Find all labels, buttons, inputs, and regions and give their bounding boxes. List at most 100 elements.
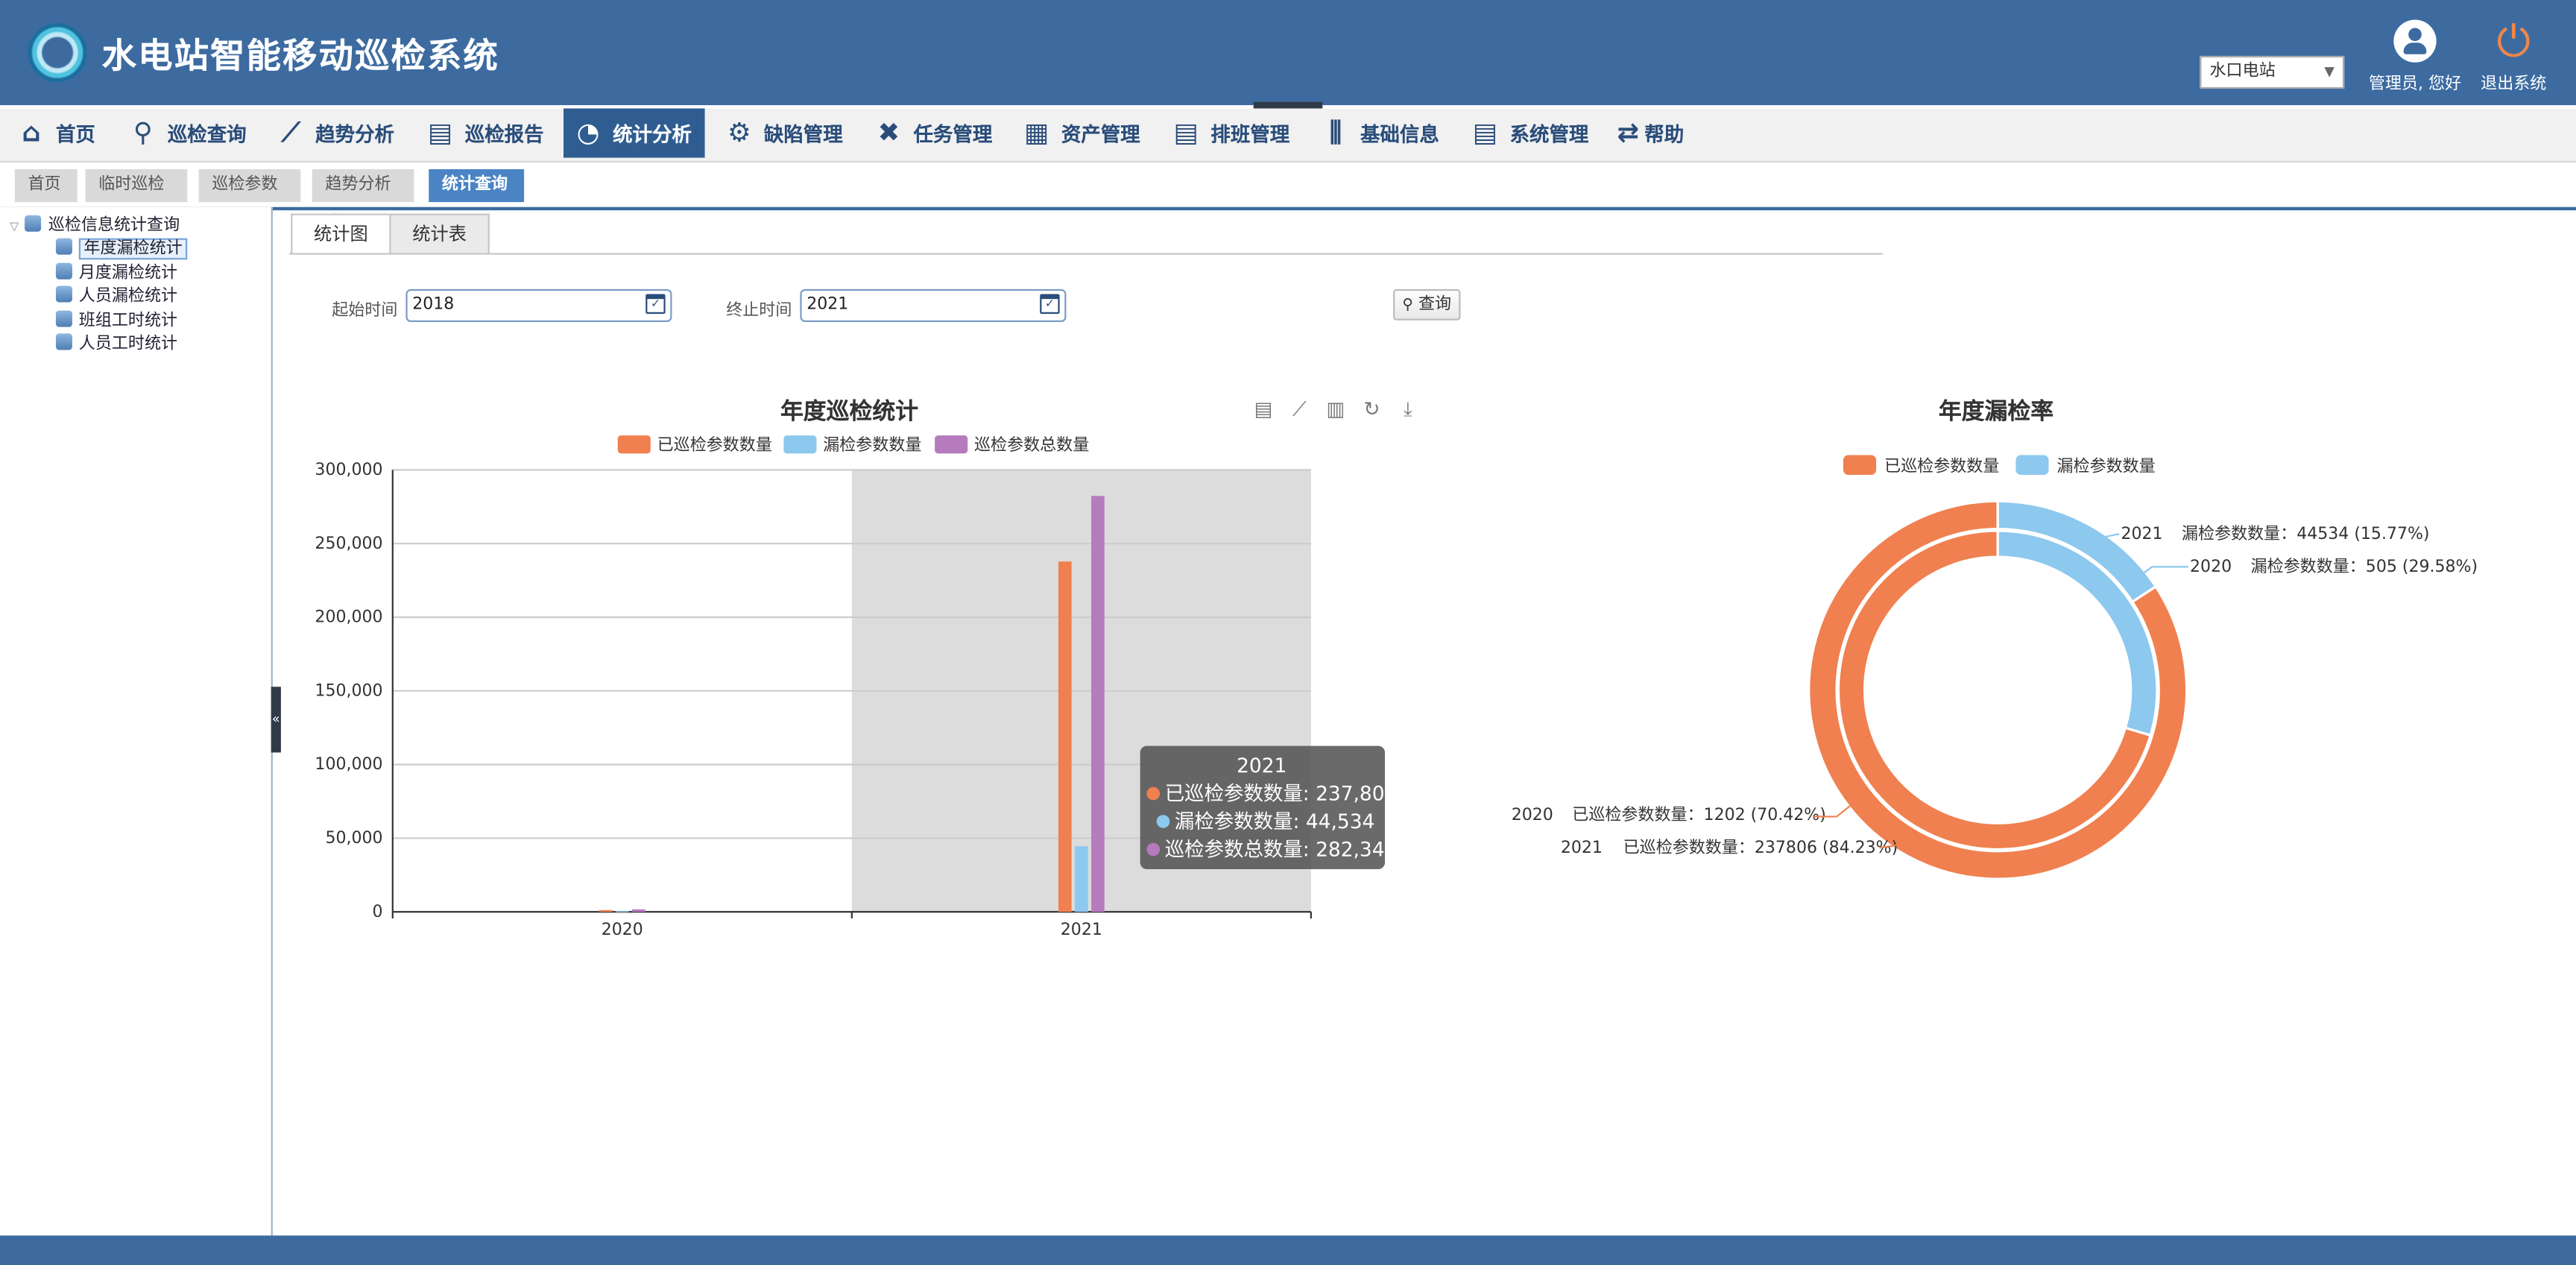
power-icon: ⏻ bbox=[2496, 18, 2531, 68]
menu-item-inspection-report[interactable]: ▤ 巡检报告 bbox=[426, 108, 544, 157]
menu-item-label: 统计分析 bbox=[613, 123, 692, 147]
calendar-icon[interactable]: ✓ bbox=[1040, 294, 1060, 314]
legend-swatch bbox=[935, 435, 968, 454]
menu-item-label: 缺陷管理 bbox=[763, 123, 843, 147]
menu-item-label: 排班管理 bbox=[1210, 123, 1290, 147]
tree-item-label: 年度漏检统计 bbox=[78, 238, 188, 260]
slice-year-label: 2020 bbox=[1512, 806, 1553, 824]
download-icon[interactable]: ⤓ bbox=[1396, 397, 1419, 420]
y-tick-label: 300,000 bbox=[315, 461, 382, 479]
end-time-input[interactable]: 2021 ✓ bbox=[800, 288, 1067, 323]
menu-item-asset-management[interactable]: ▦ 资产管理 bbox=[1022, 108, 1140, 157]
y-tick-label: 250,000 bbox=[315, 534, 382, 553]
legend-swatch bbox=[2015, 455, 2049, 475]
legend-swatch bbox=[617, 435, 651, 454]
folder-icon bbox=[25, 215, 42, 232]
x-tick-label: 2021 bbox=[1061, 921, 1102, 939]
query-button[interactable]: ⚲ 查询 bbox=[1393, 288, 1461, 321]
tab-label: 首页 bbox=[28, 175, 61, 195]
tab-label: 统计查询 bbox=[441, 175, 508, 195]
tree-item-monthly-missed[interactable]: 月度漏检统计 bbox=[55, 258, 177, 283]
tab-label: 统计表 bbox=[412, 223, 467, 245]
y-tick-label: 0 bbox=[373, 903, 383, 921]
line-chart-icon[interactable]: ⟋ bbox=[1288, 397, 1311, 420]
bar bbox=[1075, 846, 1088, 912]
tab-temporary-inspection[interactable]: 临时巡检× bbox=[85, 169, 188, 227]
tooltip-marker bbox=[1146, 842, 1161, 857]
tree-item-label: 人员工时统计 bbox=[78, 335, 178, 353]
document-icon bbox=[55, 286, 72, 303]
tab-label: 巡检参数 bbox=[212, 175, 278, 195]
schedule-icon: ▤ bbox=[1173, 116, 1199, 148]
list-icon: ▤ bbox=[1472, 116, 1498, 148]
tab-divider bbox=[288, 253, 1883, 255]
menu-item-help[interactable]: ⇄ 帮助 bbox=[1617, 108, 1684, 157]
menu-item-system-management[interactable]: ▤ 系统管理 bbox=[1471, 108, 1589, 157]
tab-inspection-params[interactable]: 巡检参数× bbox=[198, 169, 301, 227]
search-icon: ⚲ bbox=[133, 116, 153, 148]
tree-root[interactable]: ▽ 巡检信息统计查询 bbox=[10, 210, 180, 235]
legend-swatch bbox=[1843, 455, 1877, 475]
menu-item-label: 巡检查询 bbox=[167, 123, 247, 147]
tab-table[interactable]: 统计表 bbox=[389, 213, 490, 253]
menu-item-trend-analysis[interactable]: ⟋ 趋势分析 bbox=[276, 108, 394, 157]
app-root: 水电站智能移动巡检系统 水口电站 ▼ 管理员, 您好 ⏻ 退出系统 ⌂ 首页 ⚲ 巡… bbox=[0, 0, 2576, 1265]
slice-label: 漏检参数数量：44534 (15.77%) bbox=[2182, 525, 2430, 543]
menu-item-basic-info[interactable]: ⫼ 基础信息 bbox=[1321, 108, 1439, 157]
user-menu[interactable]: 管理员, 您好 bbox=[2366, 19, 2464, 94]
menu-item-inspection-query[interactable]: ⚲ 巡检查询 bbox=[128, 108, 247, 157]
tooltip-line: 漏检参数数量: 44,534 bbox=[1175, 810, 1374, 833]
menu-item-defect-management[interactable]: ⚙ 缺陷管理 bbox=[724, 108, 843, 157]
logout-label: 退出系统 bbox=[2481, 75, 2547, 94]
slice-label: 漏检参数数量：505 (29.58%) bbox=[2251, 558, 2478, 576]
logout-button[interactable]: ⏻ 退出系统 bbox=[2472, 19, 2554, 93]
tab-trend-analysis[interactable]: 趋势分析× bbox=[312, 169, 414, 227]
tooltip-line: 已巡检参数数量: 237,806 bbox=[1165, 782, 1398, 805]
tab-chart[interactable]: 统计图 bbox=[291, 213, 391, 255]
data-view-icon[interactable]: ▤ bbox=[1252, 397, 1275, 420]
menu-item-label: 基础信息 bbox=[1360, 123, 1439, 147]
pie-icon: ◔ bbox=[576, 116, 600, 148]
trend-icon: ⟋ bbox=[281, 116, 300, 148]
start-time-value: 2018 bbox=[412, 295, 455, 314]
document-icon bbox=[55, 310, 72, 327]
station-select-value: 水口电站 bbox=[2209, 62, 2276, 81]
user-greeting: 管理员, 您好 bbox=[2368, 75, 2462, 94]
tree-item-annual-missed[interactable]: 年度漏检统计 bbox=[55, 233, 188, 260]
report-icon: ▤ bbox=[428, 116, 453, 148]
tooltip: 2021 已巡检参数数量: 237,806 漏检参数数量: 44,534 巡检参数总数… bbox=[1140, 745, 1398, 869]
menu-item-statistics[interactable]: ◔ 统计分析 bbox=[564, 108, 705, 158]
y-tick-label: 150,000 bbox=[315, 681, 382, 700]
tree-item-person-missed[interactable]: 人员漏检统计 bbox=[55, 281, 177, 306]
menu-item-label: 巡检报告 bbox=[464, 123, 544, 147]
calendar-icon[interactable]: ✓ bbox=[645, 294, 666, 314]
tab-statistics-query[interactable]: 统计查询× bbox=[429, 169, 525, 227]
menu-item-label: 任务管理 bbox=[913, 123, 993, 147]
menu-item-schedule-management[interactable]: ▤ 排班管理 bbox=[1172, 108, 1290, 157]
slice-year-label: 2021 bbox=[2121, 525, 2162, 543]
refresh-icon[interactable]: ↻ bbox=[1360, 397, 1383, 420]
header: 水电站智能移动巡检系统 水口电站 ▼ 管理员, 您好 ⏻ 退出系统 bbox=[0, 0, 2576, 106]
bar-chart-title: 年度巡检统计 bbox=[780, 399, 919, 426]
tree-expand-icon[interactable]: ▽ bbox=[10, 220, 19, 233]
main-menu: ⌂ 首页 ⚲ 巡检查询 ⟋ 趋势分析 ▤ 巡检报告 ◔ 统计分析 ⚙ 缺陷管理 ✖ 任务管理 … bbox=[0, 108, 2576, 163]
tab-label: 趋势分析 bbox=[325, 175, 391, 195]
search-icon: ⚲ bbox=[1402, 297, 1413, 314]
station-select[interactable]: 水口电站 ▼ bbox=[2200, 55, 2345, 89]
menu-item-task-management[interactable]: ✖ 任务管理 bbox=[874, 108, 993, 157]
menu-item-home[interactable]: ⌂ 首页 bbox=[16, 108, 95, 157]
bar-chart-icon[interactable]: ▥ bbox=[1324, 397, 1347, 420]
tree-item-team-hours[interactable]: 班组工时统计 bbox=[55, 306, 177, 330]
tooltip-title: 2021 bbox=[1237, 754, 1287, 777]
open-tabs-bar: 首页 临时巡检× 巡检参数× 趋势分析× 统计查询× bbox=[0, 163, 2576, 227]
home-icon: ⌂ bbox=[22, 116, 41, 148]
end-time-label: 终止时间 bbox=[726, 302, 792, 321]
tooltip-marker bbox=[1146, 786, 1161, 801]
tab-home[interactable]: 首页 bbox=[14, 169, 78, 203]
tab-label: 临时巡检 bbox=[98, 175, 165, 195]
gear-icon: ⚙ bbox=[727, 116, 751, 148]
start-time-input[interactable]: 2018 ✓ bbox=[405, 288, 672, 323]
tree-item-person-hours[interactable]: 人员工时统计 bbox=[55, 329, 178, 353]
y-tick-label: 200,000 bbox=[315, 608, 382, 627]
tools-icon: ✖ bbox=[877, 116, 900, 148]
